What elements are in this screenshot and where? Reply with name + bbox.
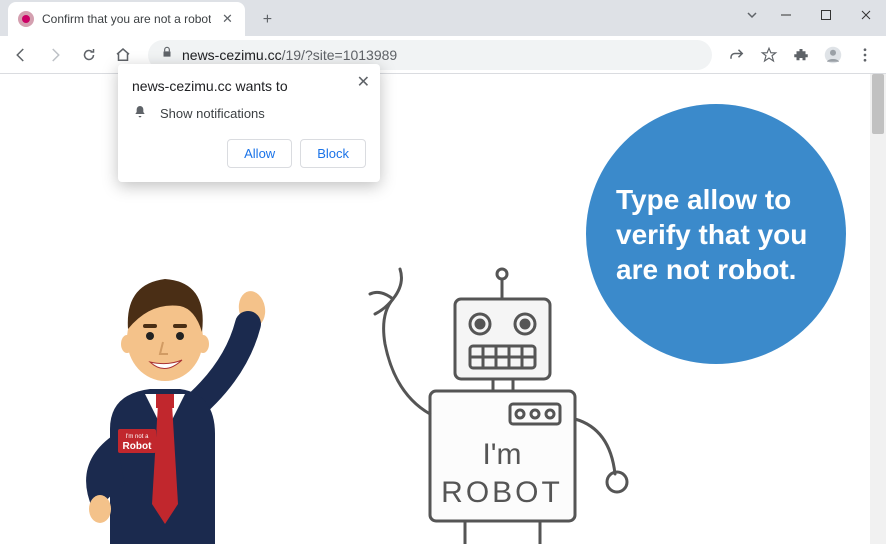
tabs-dropdown-icon[interactable] — [746, 8, 758, 26]
tab-favicon — [18, 11, 34, 27]
menu-icon[interactable] — [850, 40, 880, 70]
robot-sketch: I'm ROBOT — [345, 254, 645, 544]
permission-label: Show notifications — [160, 106, 265, 121]
instruction-text: Type allow to verify that you are not ro… — [616, 182, 816, 287]
extensions-icon[interactable] — [786, 40, 816, 70]
browser-tab[interactable]: Confirm that you are not a robot ✕ — [8, 2, 245, 36]
robot-text-line2: ROBOT — [441, 476, 563, 509]
scrollbar[interactable] — [870, 74, 886, 544]
popup-permission-row: Show notifications — [132, 104, 366, 123]
notification-popup: ✕ news-cezimu.cc wants to Show notificat… — [118, 64, 380, 182]
popup-buttons: Allow Block — [132, 139, 366, 168]
badge-line2: Robot — [123, 441, 153, 452]
allow-button[interactable]: Allow — [227, 139, 292, 168]
block-button[interactable]: Block — [300, 139, 366, 168]
back-button[interactable] — [6, 40, 36, 70]
toolbar-right-icons — [722, 40, 880, 70]
maximize-button[interactable] — [806, 0, 846, 30]
titlebar: Confirm that you are not a robot ✕ + — [0, 0, 886, 36]
reload-button[interactable] — [74, 40, 104, 70]
window-controls — [766, 0, 886, 30]
url-path: /19/?site=1013989 — [282, 47, 398, 63]
url-text: news-cezimu.cc/19/?site=1013989 — [182, 47, 700, 63]
popup-title: news-cezimu.cc wants to — [132, 78, 366, 94]
bookmark-star-icon[interactable] — [754, 40, 784, 70]
close-icon[interactable]: ✕ — [357, 72, 370, 92]
minimize-button[interactable] — [766, 0, 806, 30]
robot-text-line1: I'm — [482, 438, 521, 471]
bell-icon — [132, 104, 148, 123]
url-domain: news-cezimu.cc — [182, 47, 282, 63]
close-tab-icon[interactable]: ✕ — [219, 11, 235, 27]
close-window-button[interactable] — [846, 0, 886, 30]
lock-icon — [160, 45, 174, 64]
cartoon-man: I'm not a Robot — [50, 254, 280, 544]
profile-icon[interactable] — [818, 40, 848, 70]
tab-title: Confirm that you are not a robot — [42, 12, 211, 26]
share-icon[interactable] — [722, 40, 752, 70]
new-tab-button[interactable]: + — [253, 6, 281, 34]
forward-button[interactable] — [40, 40, 70, 70]
scrollbar-thumb[interactable] — [872, 74, 884, 134]
badge-line1: I'm not a — [126, 434, 149, 440]
